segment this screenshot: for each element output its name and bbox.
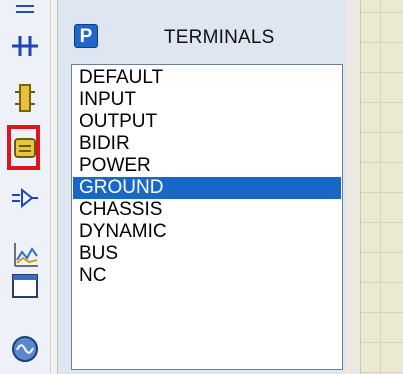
canvas-border xyxy=(346,0,361,374)
wire-label-icon[interactable] xyxy=(7,0,43,22)
terminals-panel: P TERMINALS DEFAULT INPUT OUTPUT BIDIR P… xyxy=(57,0,347,374)
window-icon[interactable] xyxy=(7,268,43,304)
list-item-input[interactable]: INPUT xyxy=(73,89,341,111)
list-item-bidir[interactable]: BIDIR xyxy=(73,133,341,155)
bus-icon[interactable] xyxy=(7,28,43,64)
list-item-dynamic[interactable]: DYNAMIC xyxy=(73,221,341,243)
pick-devices-button[interactable]: P xyxy=(74,24,98,48)
list-item-bus[interactable]: BUS xyxy=(73,243,341,265)
list-item-power[interactable]: POWER xyxy=(73,155,341,177)
terminals-list[interactable]: DEFAULT INPUT OUTPUT BIDIR POWER GROUND … xyxy=(71,64,343,370)
list-item-chassis[interactable]: CHASSIS xyxy=(73,199,341,221)
list-item-ground[interactable]: GROUND xyxy=(73,177,341,199)
subcircuit-pin-icon[interactable] xyxy=(7,180,43,216)
left-toolbar xyxy=(0,0,51,374)
list-item-output[interactable]: OUTPUT xyxy=(73,111,341,133)
list-item-nc[interactable]: NC xyxy=(73,265,341,287)
component-icon[interactable] xyxy=(7,80,43,116)
panel-title: TERMINALS xyxy=(164,27,275,48)
terminal-icon[interactable] xyxy=(7,130,43,166)
generator-icon[interactable] xyxy=(7,330,43,366)
panel-header: P TERMINALS xyxy=(58,0,346,64)
list-item-default[interactable]: DEFAULT xyxy=(73,67,341,89)
